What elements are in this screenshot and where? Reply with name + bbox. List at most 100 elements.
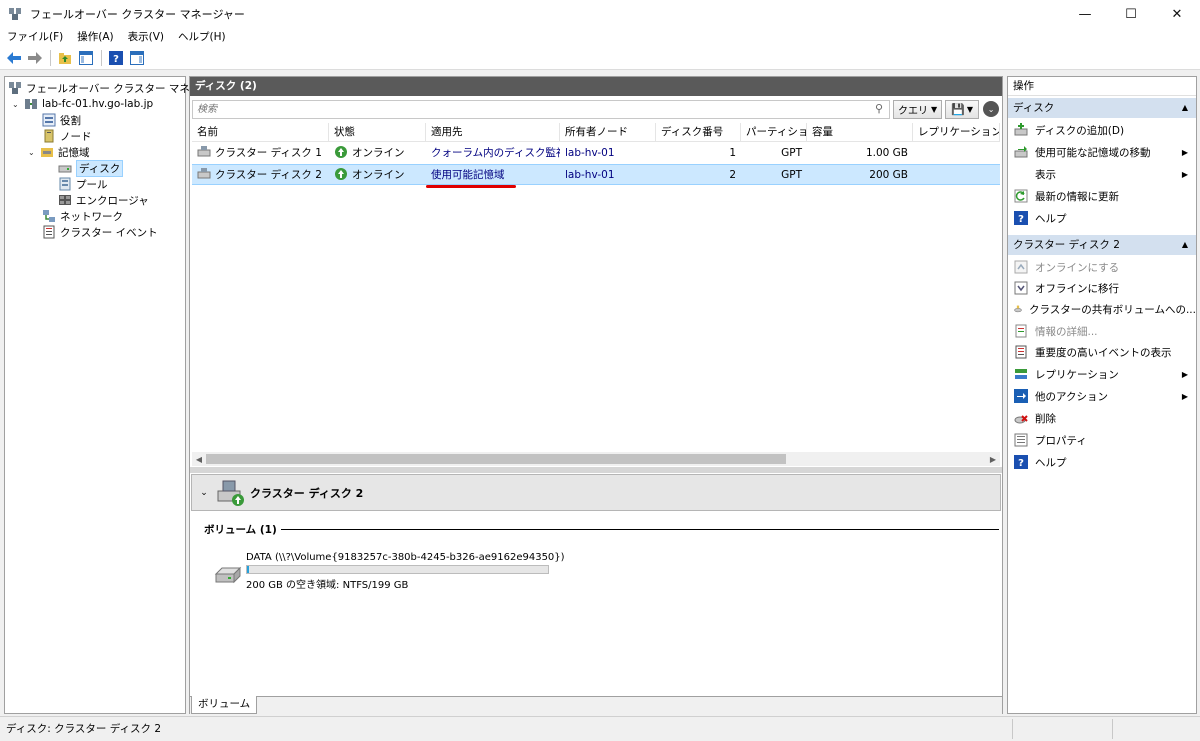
search-icon[interactable]: ⚲: [875, 102, 883, 115]
collapse-icon: ▲: [1181, 240, 1188, 249]
column-capacity[interactable]: 容量: [807, 123, 913, 142]
action-take-offline[interactable]: オフラインに移行: [1008, 278, 1196, 298]
minimize-button[interactable]: —: [1062, 0, 1108, 28]
action-view[interactable]: 表示 ▶: [1008, 164, 1196, 184]
column-assigned[interactable]: 適用先: [426, 123, 560, 142]
forward-button[interactable]: [25, 48, 45, 68]
bring-online-icon: [1014, 260, 1028, 274]
menu-help[interactable]: ヘルプ(H): [171, 28, 233, 46]
group-label: ディスク: [1013, 102, 1055, 114]
tree-item-cluster[interactable]: ⌄ lab-fc-01.hv.go-lab.jp: [12, 96, 153, 112]
up-button[interactable]: [55, 48, 75, 68]
back-arrow-icon: [7, 51, 21, 64]
tree-label: プール: [76, 178, 108, 191]
tree-item-roles[interactable]: 役割: [42, 112, 81, 128]
action-add-to-csv[interactable]: クラスターの共有ボリュームへの...: [1008, 299, 1196, 319]
show-hide-action-pane-icon: [130, 50, 144, 65]
column-owner-node[interactable]: 所有者ノード: [560, 123, 656, 142]
back-button[interactable]: [4, 48, 24, 68]
table-row-selected[interactable]: クラスター ディスク 2 オンライン 使用可能記憶域 lab-hv-01 2 G…: [192, 164, 1000, 185]
results-pane: ディスク (2) ⚲ クエリ ▼ 💾 ▼ ⌄ 名前 状態 適用先 所有者ノード …: [189, 76, 1003, 714]
chevron-down-icon[interactable]: ⌄: [28, 148, 38, 157]
disk-table: 名前 状態 適用先 所有者ノード ディスク番号 パーティショ… 容量 レプリケー…: [192, 123, 1000, 463]
show-hide-action-pane-button[interactable]: [127, 48, 147, 68]
action-refresh[interactable]: 最新の情報に更新: [1008, 186, 1196, 206]
cluster-manager-icon: [9, 8, 21, 20]
menu-action[interactable]: 操作(A): [70, 28, 120, 46]
scroll-left-icon[interactable]: ◀: [192, 452, 206, 466]
chevron-down-icon[interactable]: ⌄: [192, 488, 216, 498]
tree-item-nodes[interactable]: ノード: [42, 128, 92, 144]
volume-item[interactable]: DATA (\\?\Volume{9183257c-380b-4245-b326…: [214, 552, 814, 592]
tree-label: ネットワーク: [60, 210, 123, 223]
capacity: 1.00 GB: [865, 147, 908, 159]
action-help[interactable]: ? ヘルプ: [1008, 208, 1196, 228]
column-status[interactable]: 状態: [329, 123, 426, 142]
action-help-2[interactable]: ? ヘルプ: [1008, 452, 1196, 472]
action-label: 他のアクション: [1035, 390, 1108, 403]
action-properties[interactable]: プロパティ: [1008, 430, 1196, 450]
tree-item-disks[interactable]: ディスク: [58, 159, 124, 177]
action-replication[interactable]: レプリケーション ▶: [1008, 364, 1196, 384]
close-button[interactable]: ✕: [1154, 0, 1200, 28]
save-icon: 💾: [951, 102, 965, 116]
toolbar-separator: [50, 49, 51, 66]
action-label: 表示: [1035, 168, 1056, 181]
chevron-down-icon: ⌄: [987, 104, 995, 114]
save-query-button[interactable]: 💾 ▼: [945, 99, 980, 119]
help-button[interactable]: ?: [106, 48, 126, 68]
action-label: レプリケーション: [1035, 368, 1119, 381]
action-bring-online[interactable]: オンラインにする: [1008, 257, 1196, 277]
action-label: 最新の情報に更新: [1035, 190, 1119, 203]
tree-item-events[interactable]: クラスター イベント: [42, 224, 158, 240]
action-group-cluster-disk[interactable]: クラスター ディスク 2 ▲: [1008, 235, 1196, 255]
action-label: クラスターの共有ボリュームへの...: [1029, 303, 1196, 316]
svg-text:?: ?: [1018, 214, 1024, 225]
action-more-actions[interactable]: 他のアクション ▶: [1008, 386, 1196, 406]
scroll-right-icon[interactable]: ▶: [986, 452, 1000, 466]
search-row: ⚲ クエリ ▼ 💾 ▼ ⌄: [192, 99, 1000, 119]
tree-item-storage[interactable]: ⌄ 記憶域: [28, 144, 90, 160]
table-row[interactable]: クラスター ディスク 1 オンライン クォーラム内のディスク監視 lab-hv-…: [192, 143, 1000, 164]
action-label: オフラインに移行: [1035, 282, 1119, 295]
query-button[interactable]: クエリ ▼: [893, 99, 943, 119]
action-group-disks[interactable]: ディスク ▲: [1008, 98, 1196, 118]
action-add-disk[interactable]: ディスクの追加(D): [1008, 120, 1196, 140]
menu-file[interactable]: ファイル(F): [0, 28, 70, 46]
action-critical-events[interactable]: 重要度の高いイベントの表示: [1008, 342, 1196, 362]
action-delete[interactable]: 削除: [1008, 408, 1196, 428]
replication-icon: [1015, 369, 1027, 379]
column-name[interactable]: 名前: [192, 123, 329, 142]
chevron-down-icon[interactable]: ⌄: [12, 100, 22, 109]
tree-item-networks[interactable]: ネットワーク: [42, 208, 123, 224]
table-header: 名前 状態 適用先 所有者ノード ディスク番号 パーティショ… 容量 レプリケー…: [192, 123, 1000, 142]
status-text: ディスク: クラスター ディスク 2: [6, 723, 162, 735]
column-partition[interactable]: パーティショ…: [741, 123, 807, 142]
tree-label: ディスク: [76, 159, 124, 177]
scrollbar-thumb[interactable]: [206, 454, 786, 464]
column-disk-number[interactable]: ディスク番号: [656, 123, 741, 142]
column-replication[interactable]: レプリケーションの…: [913, 123, 1000, 142]
expand-collapse-button[interactable]: ⌄: [983, 101, 1000, 117]
tree-label: クラスター イベント: [60, 226, 158, 239]
action-label: 情報の詳細...: [1035, 325, 1098, 338]
search-input[interactable]: [192, 99, 890, 119]
menu-view[interactable]: 表示(V): [121, 28, 171, 46]
cluster-icon: [25, 99, 37, 109]
maximize-button[interactable]: ☐: [1108, 0, 1154, 28]
submenu-arrow-icon: ▶: [1181, 391, 1188, 401]
pane-splitter[interactable]: [190, 467, 1002, 473]
tree-item-pools[interactable]: プール: [58, 176, 108, 192]
show-hide-tree-button[interactable]: [76, 48, 96, 68]
disk-name: クラスター ディスク 2: [215, 169, 322, 181]
tree-item-enclosures[interactable]: エンクロージャ: [58, 192, 149, 208]
window-title: フェールオーバー クラスター マネージャー: [30, 8, 245, 21]
status-bar: ディスク: クラスター ディスク 2: [0, 716, 1200, 741]
help-icon: ?: [1014, 455, 1028, 469]
action-label: オンラインにする: [1035, 261, 1120, 274]
action-move-storage[interactable]: 使用可能な記憶域の移動 ▶: [1008, 142, 1196, 162]
horizontal-scrollbar[interactable]: ◀ ▶: [192, 452, 1000, 466]
nodes-icon: [44, 129, 54, 143]
tab-volumes[interactable]: ボリューム: [191, 696, 258, 714]
action-info-details[interactable]: 情報の詳細...: [1008, 321, 1196, 341]
